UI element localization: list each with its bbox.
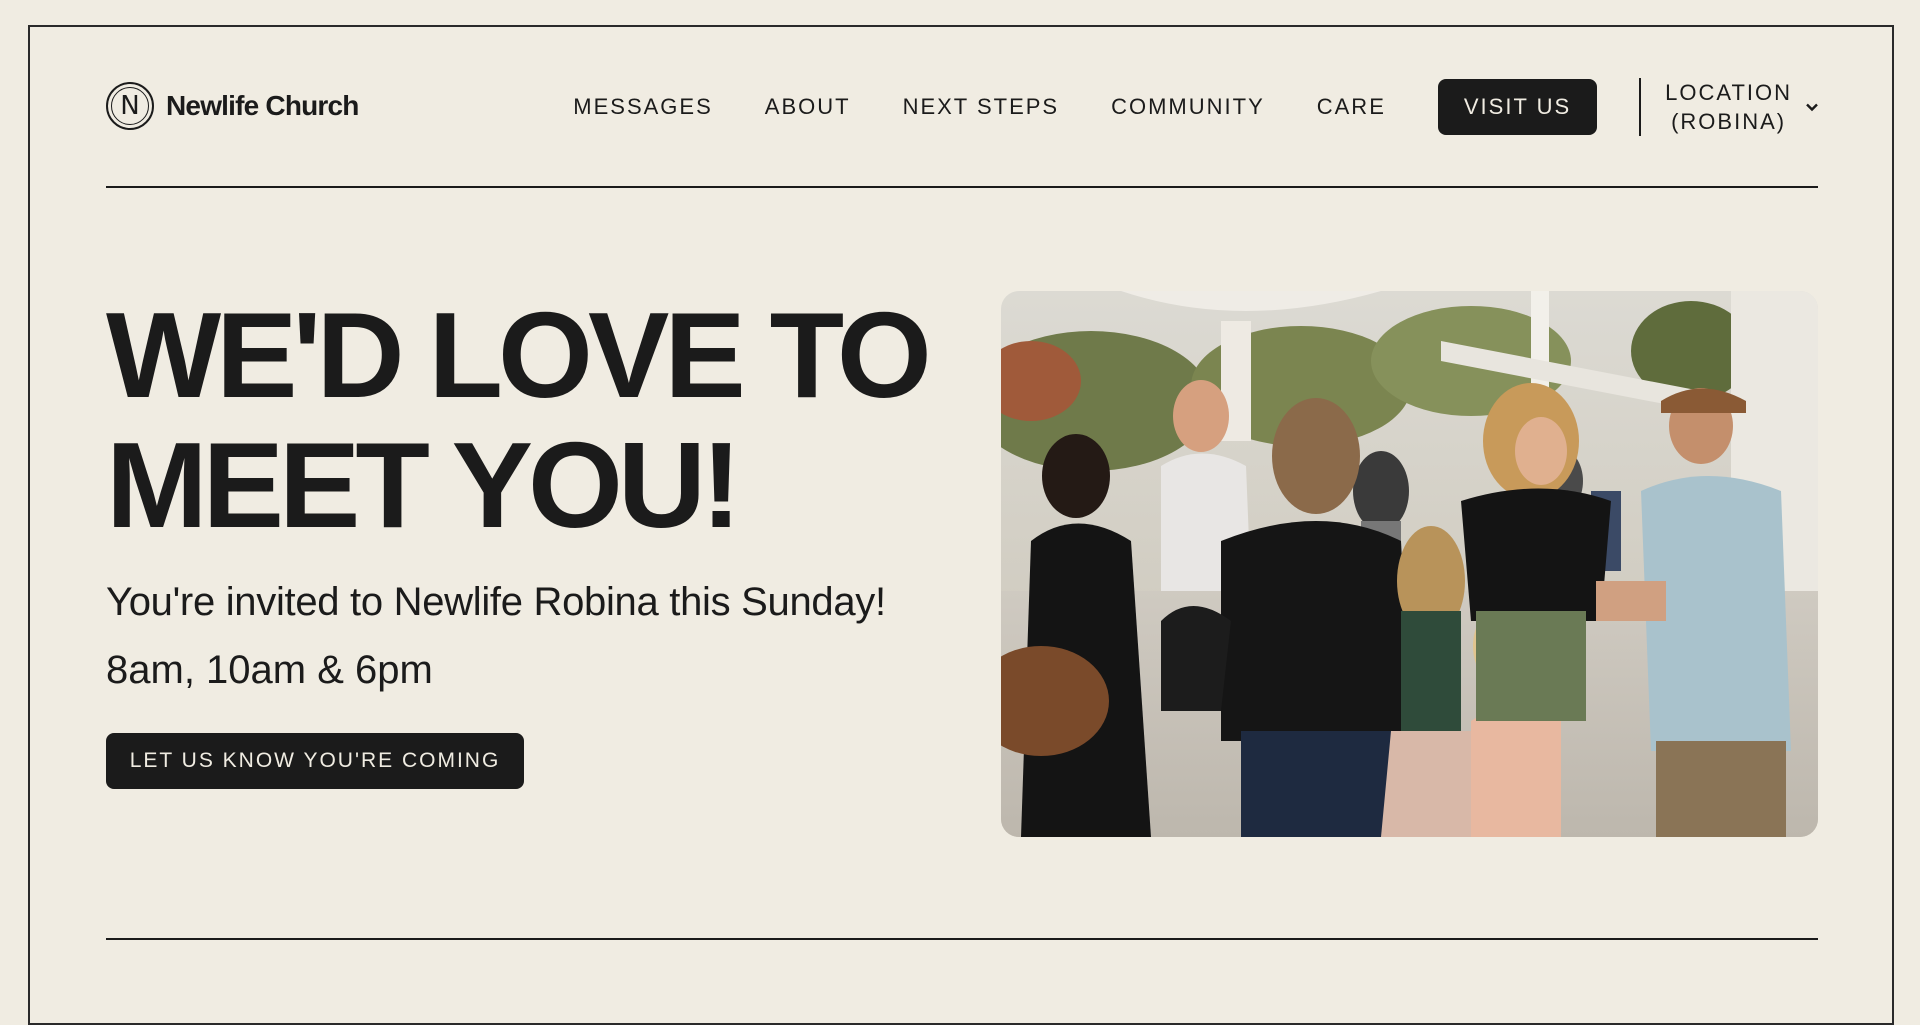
hero-subtitle: You're invited to Newlife Robina this Su… <box>106 580 886 624</box>
visit-us-button[interactable]: VISIT US <box>1437 79 1598 135</box>
nav-divider <box>1639 78 1642 136</box>
chevron-down-icon <box>1806 99 1818 115</box>
logo-wordmark: Newlife Church <box>166 90 359 121</box>
location-label: LOCATION (ROBINA) <box>1665 78 1792 136</box>
nav-item-care[interactable]: CARE <box>1317 94 1386 120</box>
logo-letter: N <box>120 91 140 121</box>
header-divider <box>106 186 1818 188</box>
main-nav: MESSAGES ABOUT NEXT STEPS COMMUNITY CARE… <box>573 78 1818 136</box>
location-dropdown[interactable]: LOCATION (ROBINA) <box>1665 78 1818 136</box>
section-divider <box>106 938 1818 940</box>
nav-item-messages[interactable]: MESSAGES <box>573 94 712 120</box>
nav-item-community[interactable]: COMMUNITY <box>1111 94 1265 120</box>
rsvp-button[interactable]: LET US KNOW YOU'RE COMING <box>106 733 524 789</box>
hero-photo <box>1001 291 1818 837</box>
service-times: 8am, 10am & 6pm <box>106 648 433 692</box>
site-logo[interactable]: N Newlife Church <box>106 82 359 130</box>
logo-mark-icon: N <box>106 82 154 130</box>
hero-title: WE'D LOVE TO MEET YOU! <box>106 287 932 553</box>
site-header: N Newlife Church MESSAGES ABOUT NEXT STE… <box>106 62 1818 152</box>
location-label-line2: (ROBINA) <box>1671 109 1787 134</box>
location-label-line1: LOCATION <box>1665 80 1792 105</box>
nav-item-about[interactable]: ABOUT <box>765 94 851 120</box>
nav-item-next-steps[interactable]: NEXT STEPS <box>903 94 1060 120</box>
